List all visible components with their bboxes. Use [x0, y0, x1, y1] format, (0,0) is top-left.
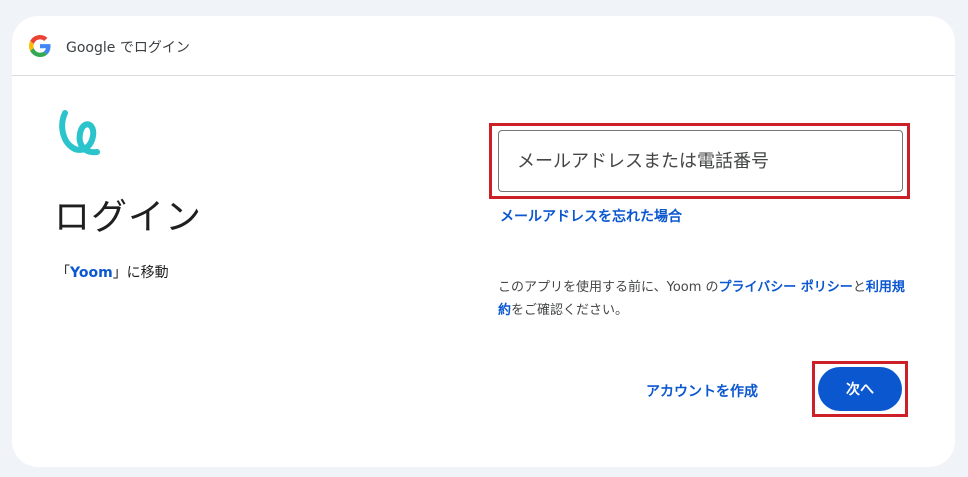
page-title: ログイン — [54, 197, 203, 238]
email-field[interactable] — [498, 130, 903, 192]
next-button[interactable]: 次へ — [818, 367, 902, 411]
forgot-email-link[interactable]: メールアドレスを忘れた場合 — [500, 206, 682, 226]
privacy-policy-link[interactable]: プライバシー ポリシー — [719, 280, 853, 295]
terms-middle: と — [852, 280, 866, 295]
card-header: Google でログイン — [12, 16, 955, 76]
continue-to-app-text: 「Yoom」に移動 — [56, 262, 169, 282]
terms-text: このアプリを使用する前に、Yoom のプライバシー ポリシーと利用規約をご確認く… — [498, 276, 910, 322]
google-g-logo-icon — [29, 35, 51, 57]
terms-suffix: をご確認ください。 — [511, 303, 629, 318]
continue-suffix: 」に移動 — [112, 265, 169, 281]
continue-prefix: 「 — [56, 265, 70, 281]
yoom-logo-icon — [59, 110, 100, 156]
app-name-link[interactable]: Yoom — [70, 265, 113, 281]
terms-prefix: このアプリを使用する前に、Yoom の — [498, 280, 719, 295]
header-title: Google でログイン — [66, 40, 190, 56]
create-account-button[interactable]: アカウントを作成 — [646, 381, 758, 401]
